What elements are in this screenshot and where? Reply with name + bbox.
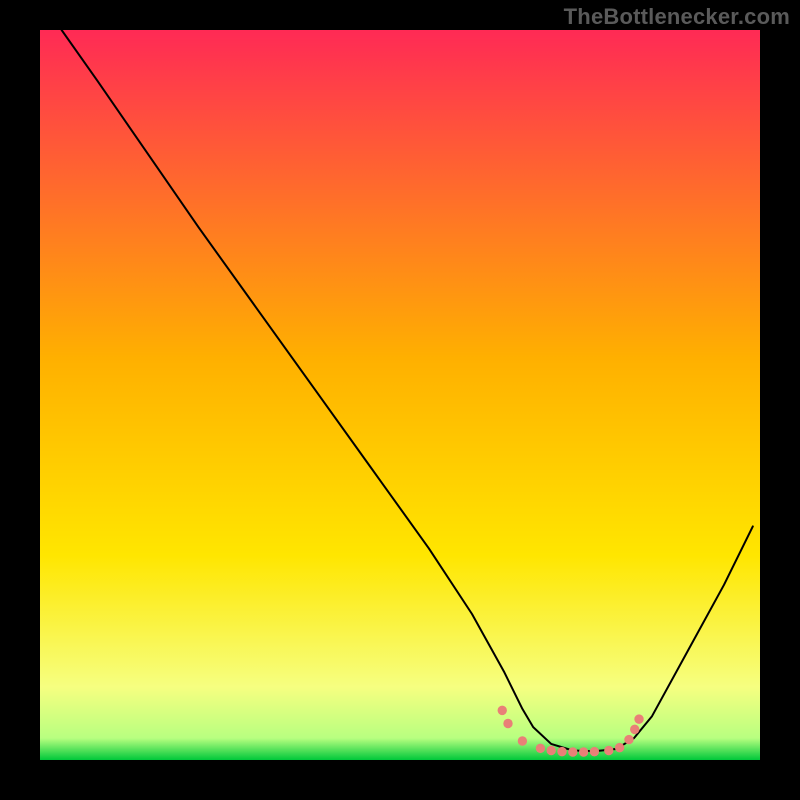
marker-dot <box>615 743 624 752</box>
marker-dot <box>634 714 643 723</box>
marker-dot <box>547 746 556 755</box>
marker-dot <box>498 706 507 715</box>
marker-dot <box>590 747 599 756</box>
marker-dot <box>624 735 633 744</box>
marker-dot <box>557 747 566 756</box>
marker-dot <box>579 747 588 756</box>
chart-svg <box>40 30 760 760</box>
marker-dot <box>568 747 577 756</box>
marker-dot <box>518 736 527 745</box>
marker-dot <box>630 725 639 734</box>
watermark-text: TheBottlenecker.com <box>564 4 790 30</box>
marker-dot <box>503 719 512 728</box>
marker-dot <box>536 744 545 753</box>
chart-canvas <box>40 30 760 760</box>
gradient-background <box>40 30 760 760</box>
marker-dot <box>604 746 613 755</box>
